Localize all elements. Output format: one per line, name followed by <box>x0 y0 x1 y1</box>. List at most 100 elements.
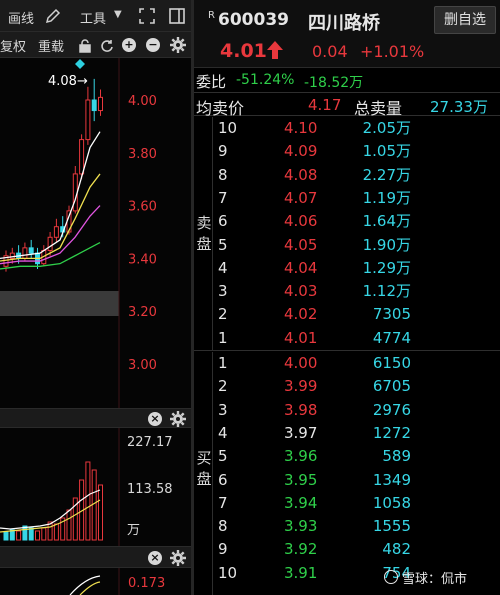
volume-ma-yellow <box>0 499 101 533</box>
price-tick-label: 3.60 <box>128 200 157 215</box>
adjust-price-button[interactable]: 复权 <box>0 36 26 55</box>
volume-bar <box>66 509 72 541</box>
buy-row[interactable]: 8 3.93 1555 <box>194 516 500 537</box>
avg-sell-row: 均卖价 4.17 总卖量 27.33万 <box>194 94 500 118</box>
buy-row[interactable]: 5 3.96 589 <box>194 446 500 467</box>
zoom-in-icon[interactable]: + <box>122 38 136 52</box>
buy-volume: 1555 <box>372 517 411 536</box>
sell-price: 4.10 <box>284 119 318 137</box>
buy-price: 3.91 <box>284 563 318 582</box>
candle-body <box>22 247 28 259</box>
indicator-chart: 0.173 <box>69 568 165 595</box>
price-tick-label: 3.20 <box>128 305 157 320</box>
volume-tick-mid: 113.58 <box>127 482 173 497</box>
sell-price: 4.09 <box>284 142 318 161</box>
tools-menu-button[interactable]: 工具 <box>80 8 106 27</box>
buy-row[interactable]: 7 3.94 1058 <box>194 493 500 514</box>
sell-row[interactable]: 2 4.02 7305 <box>194 304 500 325</box>
price-change: 0.04 <box>312 42 348 61</box>
pencil-icon[interactable] <box>44 7 62 29</box>
sell-volume: 2.05万 <box>362 119 411 137</box>
chart-toolbar: 画线 工具 ▼ <box>0 0 191 32</box>
remove-watchlist-button[interactable]: 删自选 <box>434 6 496 34</box>
sell-price: 4.01 <box>284 328 318 347</box>
buy-row[interactable]: 9 3.92 482 <box>194 539 500 560</box>
close-icon[interactable]: × <box>148 551 162 565</box>
lock-icon[interactable] <box>78 38 92 57</box>
buy-level: 6 <box>218 470 228 489</box>
buy-level: 8 <box>218 517 228 536</box>
margin-badge: R <box>208 10 215 21</box>
sell-row[interactable]: 8 4.08 2.27万 <box>194 165 500 186</box>
sell-row[interactable]: 10 4.10 2.05万 <box>194 118 500 139</box>
buy-level: 1 <box>218 354 228 372</box>
chevron-down-icon[interactable]: ▼ <box>114 10 122 20</box>
sell-level: 1 <box>218 328 228 347</box>
order-ratio-row: 委比 -51.24% -18.52万 <box>194 69 500 93</box>
sell-price: 4.04 <box>284 258 318 277</box>
reload-button[interactable]: 重载 <box>38 36 64 55</box>
volume-bar <box>98 484 103 541</box>
buy-price: 3.96 <box>284 447 318 466</box>
max-price-marker: 4.08→ <box>48 74 88 89</box>
sell-row[interactable]: 4 4.04 1.29万 <box>194 258 500 279</box>
sell-level: 2 <box>218 305 228 324</box>
indicator-tick: 0.173 <box>128 576 165 591</box>
sell-level: 3 <box>218 282 228 301</box>
buy-price: 3.94 <box>284 493 318 512</box>
sell-row[interactable]: 7 4.07 1.19万 <box>194 188 500 209</box>
buy-row[interactable]: 6 3.95 1349 <box>194 470 500 491</box>
sell-volume: 4774 <box>372 328 411 347</box>
candle-body <box>53 226 59 238</box>
buy-row[interactable]: 3 3.98 2976 <box>194 400 500 421</box>
sell-book: 卖 盘 10 4.10 2.05万 9 4.09 1.05万 8 4.08 2.27万 7 4.07… <box>194 117 500 351</box>
candle-body <box>91 99 97 112</box>
buy-level: 2 <box>218 377 228 396</box>
sell-volume: 7305 <box>372 305 411 324</box>
sell-level: 5 <box>218 235 228 254</box>
gear-icon[interactable] <box>170 550 186 570</box>
candles <box>3 78 103 272</box>
buy-row[interactable]: 4 3.97 1272 <box>194 423 500 444</box>
range-highlight-band <box>0 291 119 316</box>
zoom-out-icon[interactable]: − <box>146 38 160 52</box>
draw-line-button[interactable]: 画线 <box>8 8 34 27</box>
candlestick-chart: 4.08→ 4.00 3.80 3.60 3.40 3.20 3.00 <box>0 58 157 408</box>
chart-panel: 画线 工具 ▼ 复权 重载 + − 4.08→ 4.00 3.80 3.60 3… <box>0 0 191 595</box>
watermark: 雪球：侃市 <box>384 567 500 587</box>
refresh-icon[interactable] <box>100 38 114 57</box>
buy-price: 3.93 <box>284 517 318 536</box>
buy-volume: 6705 <box>372 377 411 396</box>
sell-row[interactable]: 6 4.06 1.64万 <box>194 211 500 232</box>
gear-icon[interactable] <box>170 37 186 57</box>
price-tick-label: 3.00 <box>128 358 157 373</box>
price-tick-label: 3.80 <box>128 147 157 162</box>
buy-volume: 6150 <box>372 354 411 372</box>
sell-row[interactable]: 1 4.01 4774 <box>194 328 500 349</box>
buy-level: 7 <box>218 493 228 512</box>
order-ratio-label: 委比 <box>196 73 227 91</box>
fullscreen-icon[interactable] <box>138 7 156 29</box>
sell-row[interactable]: 5 4.05 1.90万 <box>194 235 500 256</box>
max-marker-diamond <box>75 59 85 69</box>
sell-row[interactable]: 9 4.09 1.05万 <box>194 141 500 162</box>
candle-body <box>47 236 53 251</box>
close-icon[interactable]: × <box>148 412 162 426</box>
buy-level: 4 <box>218 423 228 442</box>
buy-row[interactable]: 2 3.99 6705 <box>194 376 500 397</box>
sell-level: 6 <box>218 212 228 231</box>
volume-unit: 万 <box>127 523 140 538</box>
buy-price: 3.92 <box>284 540 318 559</box>
price-tick-label: 4.00 <box>128 94 157 109</box>
snowball-logo-icon <box>384 570 398 584</box>
sell-row[interactable]: 3 4.03 1.12万 <box>194 281 500 302</box>
panel-toggle-icon[interactable] <box>168 7 186 29</box>
buy-volume: 1058 <box>372 493 411 512</box>
volume-bar <box>35 530 40 541</box>
stock-header: R 600039 四川路桥 删自选 4.01 0.04 +1.01% <box>194 0 500 68</box>
buy-row[interactable]: 1 4.00 6150 <box>194 353 500 374</box>
current-price: 4.01 <box>220 40 267 62</box>
sell-volume: 1.64万 <box>362 212 411 231</box>
buy-level: 10 <box>218 563 238 582</box>
candle-body <box>79 139 85 175</box>
